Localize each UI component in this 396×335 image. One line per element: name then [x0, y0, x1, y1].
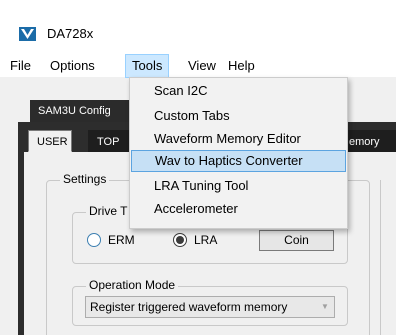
menu-options[interactable]: Options [44, 54, 101, 78]
menu-item-wav-to-haptics[interactable]: Wav to Haptics Converter [131, 150, 346, 172]
app-logo-icon [19, 27, 36, 41]
menu-item-accelerometer[interactable]: Accelerometer [131, 198, 346, 220]
operation-mode-label: Operation Mode [86, 278, 179, 292]
tab-top[interactable]: TOP [88, 130, 130, 152]
menu-bar: File Options Tools View Help [0, 54, 396, 78]
erm-radio[interactable] [87, 233, 101, 247]
tab-user[interactable]: USER [28, 130, 72, 152]
menu-help[interactable]: Help [222, 54, 261, 78]
tab-sam3u-config[interactable]: SAM3U Config [30, 100, 130, 122]
menu-view[interactable]: View [182, 54, 222, 78]
operation-mode-select[interactable]: Register triggered waveform memory ▼ [85, 296, 335, 318]
panel-divider [380, 180, 381, 335]
title-bar: DA728x [0, 0, 396, 54]
menu-file[interactable]: File [4, 54, 37, 78]
chevron-down-icon: ▼ [321, 302, 329, 311]
menu-item-custom-tabs[interactable]: Custom Tabs [131, 105, 346, 127]
settings-group-label: Settings [60, 172, 110, 186]
coin-button[interactable]: Coin [259, 230, 334, 251]
tab-waveform-memory[interactable]: emory [340, 130, 396, 152]
tools-menu: Scan I2C Custom Tabs Waveform Memory Edi… [129, 77, 348, 229]
menu-tools[interactable]: Tools [125, 54, 170, 78]
menu-item-waveform-memory-editor[interactable]: Waveform Memory Editor [131, 128, 346, 150]
drive-type-label: Drive T [86, 204, 131, 218]
menu-item-lra-tuning[interactable]: LRA Tuning Tool [131, 175, 346, 197]
erm-label: ERM [108, 233, 135, 247]
operation-mode-value: Register triggered waveform memory [90, 300, 288, 314]
lra-radio[interactable] [173, 233, 187, 247]
window-title: DA728x [47, 26, 94, 41]
lra-label: LRA [194, 233, 218, 247]
menu-item-scan-i2c[interactable]: Scan I2C [131, 80, 346, 102]
